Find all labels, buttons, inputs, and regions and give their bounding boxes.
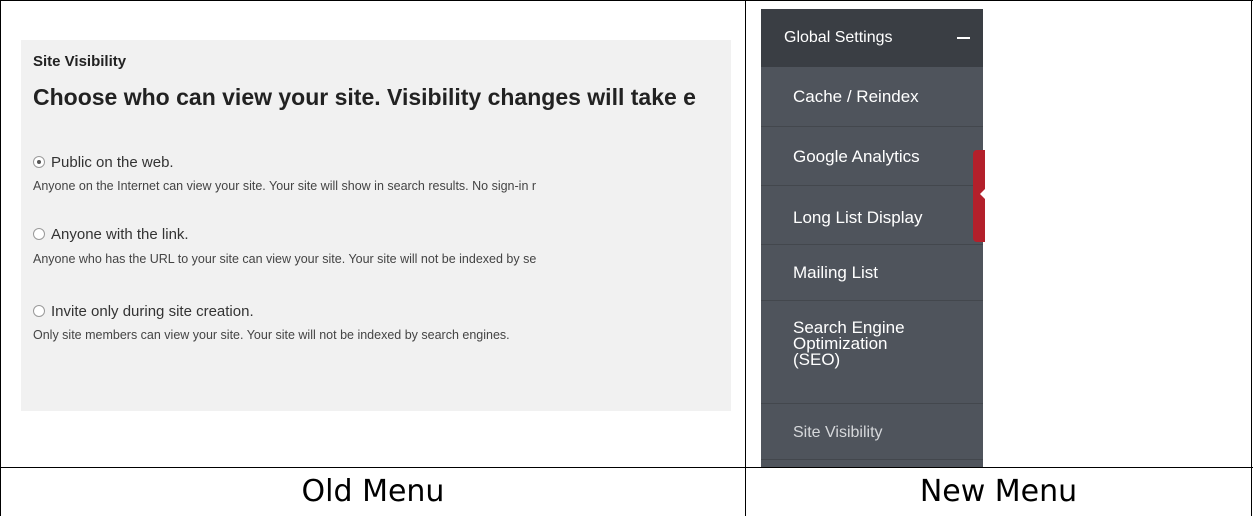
- radio-unchecked-icon[interactable]: [33, 228, 45, 240]
- minus-icon[interactable]: [957, 37, 970, 39]
- sidebar-item-long-list-display[interactable]: Long List Display: [761, 186, 983, 245]
- table-border-top: [0, 0, 1253, 1]
- caption-divider: [0, 467, 1253, 468]
- option-description: Only site members can view your site. Yo…: [33, 328, 510, 342]
- global-settings-header[interactable]: Global Settings: [761, 9, 983, 67]
- table-divider: [745, 0, 746, 516]
- sidebar-item-google-analytics[interactable]: Google Analytics: [761, 127, 983, 186]
- radio-label: Invite only during site creation.: [51, 303, 254, 320]
- table-border-right: [1251, 0, 1252, 516]
- sidebar-item-label: Google Analytics: [793, 147, 920, 166]
- caption-new-menu: New Menu: [919, 474, 1078, 509]
- radio-checked-icon[interactable]: [33, 156, 45, 168]
- sidebar-item-mailing-list[interactable]: Mailing List: [761, 245, 983, 301]
- header-label: Global Settings: [784, 29, 893, 46]
- visibility-heading: Choose who can view your site. Visibilit…: [33, 84, 696, 110]
- sidebar-item-site-visibility[interactable]: Site Visibility: [761, 404, 983, 460]
- caption-old-menu: Old Menu: [301, 474, 445, 509]
- radio-option-invite[interactable]: Invite only during site creation.: [33, 303, 254, 320]
- sidebar-item-label: Long List Display: [793, 208, 923, 227]
- table-border-left: [0, 0, 1, 516]
- sidebar-item-label: Cache / Reindex: [793, 87, 919, 106]
- sidebar-item-label: Search Engine Optimization (SEO): [793, 318, 905, 369]
- old-menu-panel: Site Visibility Choose who can view your…: [21, 40, 731, 411]
- section-title: Site Visibility: [33, 53, 127, 70]
- option-description: Anyone who has the URL to your site can …: [33, 252, 537, 266]
- radio-option-public[interactable]: Public on the web.: [33, 154, 174, 171]
- radio-label: Public on the web.: [51, 154, 174, 171]
- radio-unchecked-icon[interactable]: [33, 305, 45, 317]
- radio-label: Anyone with the link.: [51, 226, 189, 243]
- chevron-left-icon[interactable]: [980, 188, 986, 200]
- option-description: Anyone on the Internet can view your sit…: [33, 179, 537, 193]
- sidebar-item-label: Site Visibility: [793, 424, 883, 441]
- sidebar-item-cache-reindex[interactable]: Cache / Reindex: [761, 67, 983, 127]
- radio-option-link[interactable]: Anyone with the link.: [33, 226, 189, 243]
- sidebar-item-label: Mailing List: [793, 263, 879, 282]
- comparison-table: Site Visibility Choose who can view your…: [0, 0, 1253, 516]
- new-menu-sidebar: Global Settings Cache / Reindex Google A…: [761, 9, 983, 467]
- sidebar-item-seo[interactable]: Search Engine Optimization (SEO): [761, 301, 983, 404]
